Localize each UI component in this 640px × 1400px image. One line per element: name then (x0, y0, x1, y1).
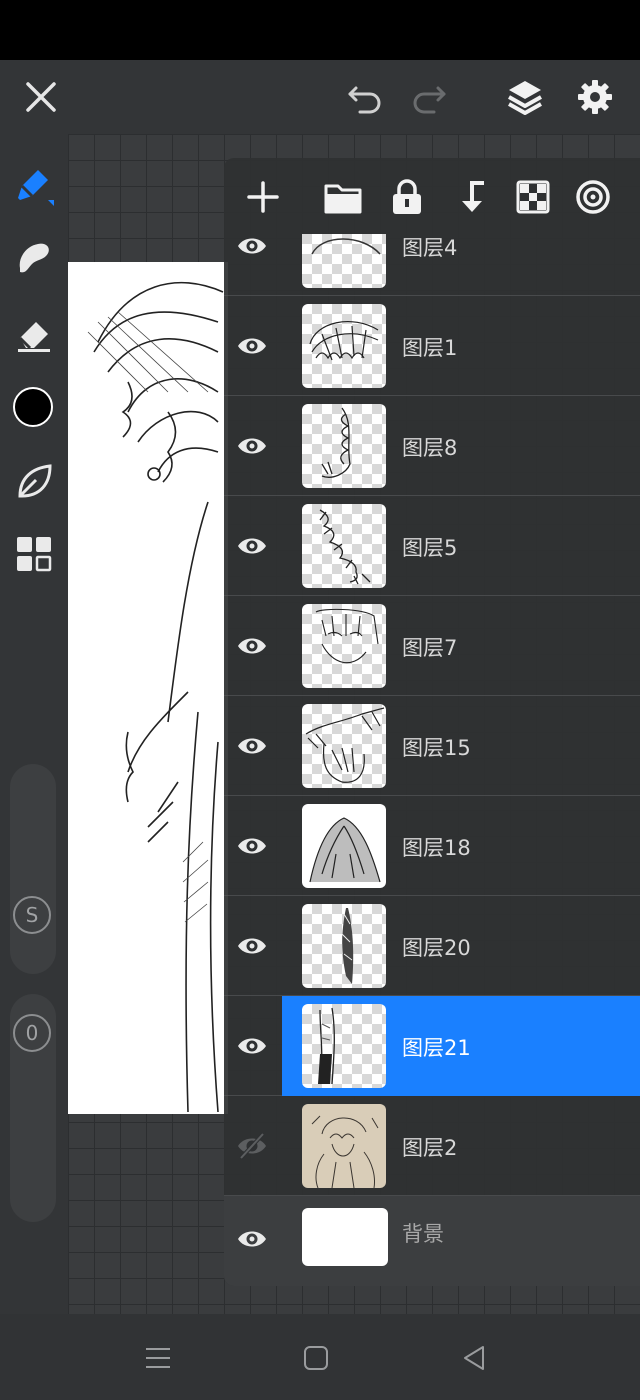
brush-icon[interactable] (10, 162, 58, 210)
layer-thumbnail (302, 1004, 386, 1088)
gear-icon[interactable] (572, 74, 618, 120)
layer-name: 图层4 (402, 236, 458, 260)
layer-row[interactable]: 图层20 (224, 896, 640, 996)
undo-icon[interactable] (344, 78, 386, 118)
layer-name: 图层18 (402, 836, 471, 860)
status-bar (0, 0, 640, 60)
eye-icon[interactable] (236, 234, 268, 261)
eye-icon[interactable] (236, 1031, 268, 1061)
blend-mode-icon[interactable] (572, 176, 614, 218)
layers-icon[interactable] (502, 74, 548, 120)
layer-thumbnail (302, 804, 386, 888)
eye-icon[interactable] (236, 331, 268, 361)
layer-row[interactable]: 图层5 (224, 496, 640, 596)
grid-icon[interactable] (12, 532, 56, 576)
layer-name: 图层5 (402, 536, 458, 560)
layer-row[interactable]: 图层15 (224, 696, 640, 796)
layer-row[interactable]: 图层2 (224, 1096, 640, 1196)
add-icon[interactable] (242, 176, 284, 218)
layer-panel-toolbar (224, 158, 640, 234)
layer-thumbnail (302, 704, 386, 788)
layer-thumbnail (302, 504, 386, 588)
eye-icon[interactable] (236, 531, 268, 561)
system-nav-bar (0, 1314, 640, 1400)
redo-icon[interactable] (408, 78, 450, 118)
size-slider[interactable] (10, 764, 56, 974)
top-bar (0, 60, 640, 134)
layer-panel: 图层4 图层1 图层8 图层5 图层7 图层15 图层18 图层20 图层21 … (224, 158, 640, 1286)
layer-thumbnail (302, 604, 386, 688)
eye-hidden-icon[interactable] (236, 1131, 268, 1161)
layer-name: 图层1 (402, 336, 458, 360)
layer-row-selected[interactable]: 图层21 (224, 996, 640, 1096)
close-icon[interactable] (20, 76, 62, 118)
layer-name: 图层21 (402, 1036, 471, 1060)
eye-icon[interactable] (236, 1224, 268, 1254)
color-swatch[interactable] (12, 386, 54, 428)
eye-icon[interactable] (236, 831, 268, 861)
eye-icon[interactable] (236, 731, 268, 761)
layer-name: 背景 (402, 1222, 444, 1246)
layer-thumbnail (302, 304, 386, 388)
layer-row[interactable]: 图层8 (224, 396, 640, 496)
eye-icon[interactable] (236, 631, 268, 661)
left-toolbar: S 0 (0, 134, 68, 1314)
folder-icon[interactable] (322, 176, 364, 218)
background-layer-row[interactable]: 背景 (224, 1196, 640, 1286)
layer-row[interactable]: 图层4 (224, 234, 640, 296)
menu-icon[interactable] (138, 1338, 178, 1378)
layer-row[interactable]: 图层1 (224, 296, 640, 396)
layer-thumbnail (302, 1104, 386, 1188)
layer-thumbnail (302, 1208, 388, 1266)
layer-name: 图层8 (402, 436, 458, 460)
eye-icon[interactable] (236, 931, 268, 961)
leaf-icon[interactable] (10, 458, 58, 506)
checkerboard-icon[interactable] (512, 176, 554, 218)
layer-name: 图层2 (402, 1136, 458, 1160)
layer-row[interactable]: 图层7 (224, 596, 640, 696)
layer-name: 图层20 (402, 936, 471, 960)
layer-thumbnail (302, 234, 386, 288)
home-icon[interactable] (296, 1338, 336, 1378)
artwork-canvas[interactable] (68, 262, 228, 1114)
opacity-badge: 0 (13, 1014, 51, 1052)
lock-icon[interactable] (386, 176, 428, 218)
back-icon[interactable] (454, 1338, 494, 1378)
layer-thumbnail (302, 904, 386, 988)
layer-name: 图层15 (402, 736, 471, 760)
layer-name: 图层7 (402, 636, 458, 660)
eye-icon[interactable] (236, 431, 268, 461)
layer-thumbnail (302, 404, 386, 488)
merge-down-icon[interactable] (450, 176, 492, 218)
smudge-icon[interactable] (10, 234, 58, 282)
size-badge: S (13, 896, 51, 934)
layer-list: 图层4 图层1 图层8 图层5 图层7 图层15 图层18 图层20 图层21 … (224, 234, 640, 1286)
layer-row[interactable]: 图层18 (224, 796, 640, 896)
eraser-icon[interactable] (10, 310, 58, 358)
